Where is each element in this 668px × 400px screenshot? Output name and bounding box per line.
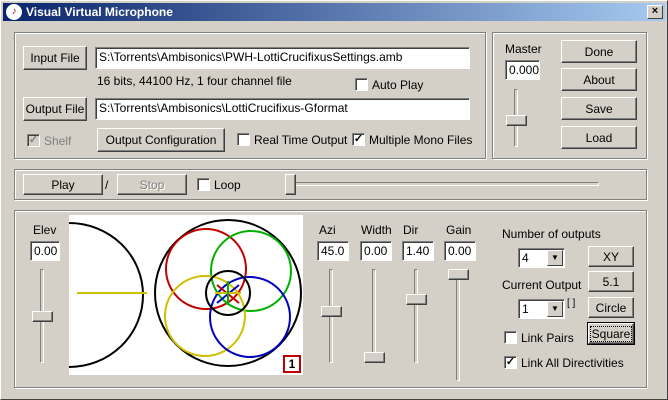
number-of-outputs-value: 4: [522, 251, 529, 265]
current-output-label: Current Output: [502, 278, 582, 292]
title-bar[interactable]: ♪ Visual Virtual Microphone ×: [3, 3, 665, 21]
microphone-app-icon: ♪: [6, 4, 22, 20]
load-button[interactable]: Load: [561, 126, 637, 149]
close-button[interactable]: ×: [647, 5, 663, 19]
output-file-button[interactable]: Output File: [23, 97, 87, 121]
multiple-mono-files-label: Multiple Mono Files: [369, 133, 473, 147]
master-value-field[interactable]: 0.000: [505, 60, 540, 80]
playback-position-track[interactable]: [285, 182, 599, 186]
elev-slider-thumb[interactable]: [32, 310, 53, 322]
width-slider-thumb[interactable]: [364, 352, 385, 363]
playback-position-thumb[interactable]: [285, 174, 296, 195]
azi-slider-thumb[interactable]: [321, 306, 342, 318]
dir-slider-track[interactable]: [414, 269, 418, 363]
transport-separator: /: [105, 178, 109, 192]
real-time-output-checkbox[interactable]: [237, 133, 250, 146]
link-all-directivities-checkbox[interactable]: ✓: [504, 356, 517, 369]
current-output-select[interactable]: 1 ▼: [518, 299, 565, 319]
width-slider-track[interactable]: [372, 269, 376, 363]
output-path-field[interactable]: S:\Torrents\Ambisonics\LottiCrucifixus-G…: [95, 98, 470, 120]
done-button[interactable]: Done: [561, 40, 637, 63]
master-label: Master: [505, 42, 542, 56]
save-button[interactable]: Save: [561, 97, 637, 120]
current-output-value: 1: [522, 302, 529, 316]
elev-value-field[interactable]: 0.00: [30, 241, 60, 261]
real-time-output-label: Real Time Output: [254, 133, 348, 147]
width-value-field[interactable]: 0.00: [360, 241, 392, 261]
dir-value-field[interactable]: 1.40: [402, 241, 434, 261]
elev-label: Elev: [33, 223, 57, 237]
about-button[interactable]: About: [561, 68, 637, 91]
polar-pattern-canvas: [69, 219, 302, 368]
number-of-outputs-select[interactable]: 4 ▼: [518, 248, 565, 268]
stop-button[interactable]: Stop: [117, 174, 187, 195]
loop-checkbox[interactable]: [197, 178, 210, 191]
input-path-field[interactable]: S:\Torrents\Ambisonics\PWH-LottiCrucifix…: [95, 47, 470, 69]
input-file-button[interactable]: Input File: [23, 46, 87, 70]
shelf-label: Shelf: [44, 134, 72, 148]
auto-play-checkbox[interactable]: [355, 78, 368, 91]
gain-slider-thumb[interactable]: [448, 269, 469, 280]
gain-value-field[interactable]: 0.00: [444, 241, 476, 261]
square-button[interactable]: Square: [587, 322, 635, 345]
xy-button[interactable]: XY: [588, 246, 634, 267]
gain-label: Gain: [446, 223, 472, 237]
dropdown-arrow-icon[interactable]: ▼: [547, 250, 563, 266]
width-label: Width: [361, 223, 392, 237]
gain-slider-track[interactable]: [456, 269, 460, 381]
auto-play-label: Auto Play: [372, 78, 424, 92]
app-window: ♪ Visual Virtual Microphone × Input File…: [0, 0, 668, 400]
play-button[interactable]: Play: [23, 174, 103, 195]
current-output-badge: 1: [283, 355, 301, 373]
polar-pattern-plot[interactable]: 1: [69, 215, 303, 375]
dir-slider-thumb[interactable]: [406, 293, 427, 305]
dir-label: Dir: [403, 223, 419, 237]
current-output-brackets: [ ]: [567, 298, 576, 309]
number-of-outputs-label: Number of outputs: [502, 227, 601, 241]
azi-value-field[interactable]: 45.0: [317, 241, 349, 261]
azi-label: Azi: [319, 223, 336, 237]
master-slider-thumb[interactable]: [506, 114, 527, 126]
dropdown-arrow-icon[interactable]: ▼: [547, 301, 563, 317]
loop-label: Loop: [214, 178, 241, 192]
shelf-checkbox[interactable]: ✓: [27, 134, 40, 147]
output-configuration-button[interactable]: Output Configuration: [97, 128, 225, 152]
window-title: Visual Virtual Microphone: [26, 5, 173, 19]
link-pairs-label: Link Pairs: [521, 331, 574, 345]
multiple-mono-files-checkbox[interactable]: ✓: [352, 133, 365, 146]
link-all-directivities-label: Link All Directivities: [521, 356, 624, 370]
elevation-circle: [69, 222, 144, 368]
circle-button[interactable]: Circle: [588, 297, 634, 318]
file-info-text: 16 bits, 44100 Hz, 1 four channel file: [97, 74, 292, 88]
mic-pattern-yellow: [164, 275, 246, 357]
link-pairs-checkbox[interactable]: [504, 331, 517, 344]
surround-5-1-button[interactable]: 5.1: [588, 271, 634, 292]
